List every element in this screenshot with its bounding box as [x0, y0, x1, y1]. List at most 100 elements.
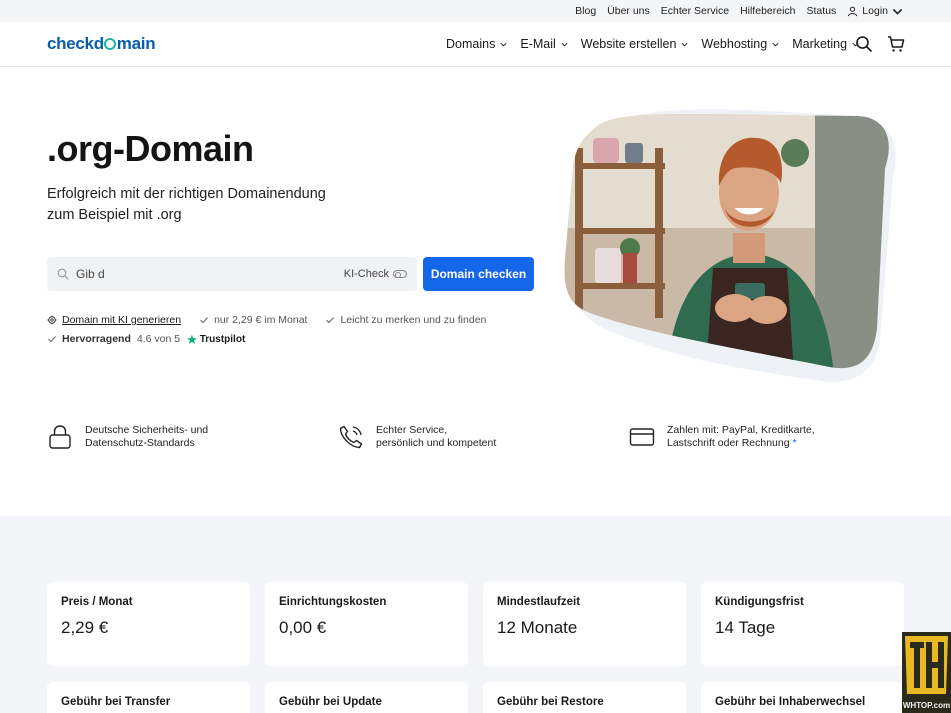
hero-features: Domain mit KI generieren nur 2,29 € im M…: [47, 313, 486, 351]
trust-payment-line2: Lastschrift oder Rechnung: [667, 437, 790, 449]
utility-link-help[interactable]: Hilfebereich: [740, 5, 795, 17]
trustpilot-logo[interactable]: ★ Trustpilot: [186, 333, 245, 346]
features-row-1: Domain mit KI generieren nur 2,29 € im M…: [47, 313, 486, 327]
trust-service-line1: Echter Service,: [376, 424, 448, 436]
card-setup-fee-label: Einrichtungskosten: [279, 596, 387, 608]
check-icon: [200, 317, 208, 324]
trust-payment-line2-wrap: Lastschrift oder Rechnung *: [667, 437, 815, 450]
ki-check-toggle[interactable]: KI-Check: [344, 257, 407, 291]
login-menu[interactable]: Login: [847, 5, 903, 17]
card-transfer-fee-label: Gebühr bei Transfer: [61, 696, 171, 708]
utility-link-blog[interactable]: Blog: [575, 5, 596, 17]
gear-icon: [47, 315, 57, 325]
utility-link-service[interactable]: Echter Service: [661, 5, 729, 17]
chevron-down-icon: [500, 42, 507, 47]
trust-item-payment: Zahlen mit: PayPal, Kreditkarte, Lastsch…: [629, 424, 815, 450]
utility-bar: Blog Über uns Echter Service Hilfebereic…: [0, 0, 951, 22]
card-transfer-fee: Gebühr bei Transfer: [47, 682, 250, 713]
nav-item-label: Website erstellen: [580, 37, 677, 51]
card-restore-fee: Gebühr bei Restore: [483, 682, 686, 713]
login-label: Login: [862, 5, 888, 17]
star-icon: ★: [186, 331, 198, 347]
nav-item-website[interactable]: Website erstellen: [581, 37, 689, 51]
nav-item-label: Domains: [446, 37, 496, 51]
hero-subtitle-line2: zum Beispiel mit .org: [47, 207, 182, 223]
footnote-asterisk[interactable]: *: [793, 437, 797, 449]
hero-subtitle: Erfolgreich mit der richtigen Domainendu…: [47, 184, 367, 226]
nav-item-domains[interactable]: Domains: [446, 37, 507, 51]
logo-text-start: checkd: [47, 34, 104, 53]
check-icon: [48, 336, 56, 343]
nav-item-label: Webhosting: [701, 37, 768, 51]
nav-item-marketing[interactable]: Marketing: [792, 37, 859, 51]
chevron-down-icon: [681, 42, 688, 47]
logo-text-end: main: [116, 34, 156, 53]
rating: Hervorragend: [47, 333, 131, 345]
feature-easy-text: Leicht zu merken und zu finden: [340, 314, 487, 326]
watermark-caption: WHTOP.com: [903, 701, 950, 710]
card-setup-fee-value: 0,00 €: [279, 618, 327, 637]
trustpilot-label: Trustpilot: [199, 333, 246, 345]
card-setup-fee: Einrichtungskosten 0,00 €: [265, 582, 468, 666]
feature-price: nur 2,29 € im Monat: [199, 314, 307, 326]
trust-item-security: Deutsche Sicherheits- und Datenschutz-St…: [47, 424, 208, 450]
feature-easy: Leicht zu merken und zu finden: [325, 314, 486, 326]
chevron-down-icon: [892, 8, 903, 15]
nav-menu: Domains E-Mail Website erstellen Webhost…: [446, 22, 859, 66]
whtop-watermark-logo: WHTOP.com: [902, 632, 951, 713]
cart-icon[interactable]: [887, 35, 905, 53]
utility-link-status[interactable]: Status: [807, 5, 837, 17]
card-min-term: Mindestlaufzeit 12 Monate: [483, 582, 686, 666]
ki-generate-label: Domain mit KI generieren: [62, 314, 182, 326]
trust-item-service: Echter Service, persönlich und kompetent: [338, 424, 496, 450]
utility-links: Blog Über uns Echter Service Hilfebereic…: [575, 0, 903, 22]
page-title: .org-Domain: [47, 128, 254, 169]
hero-subtitle-line1: Erfolgreich mit der richtigen Domainendu…: [47, 186, 326, 202]
card-owner-change-fee-label: Gebühr bei Inhaberwechsel: [715, 696, 866, 708]
search-icon[interactable]: [855, 35, 873, 53]
check-icon: [326, 317, 335, 324]
domain-check-button[interactable]: Domain checken: [423, 257, 534, 291]
nav-item-label: Marketing: [792, 37, 848, 51]
card-update-fee-label: Gebühr bei Update: [279, 696, 382, 708]
user-icon: [848, 6, 858, 16]
chevron-down-icon: [772, 42, 779, 47]
search-icon: [57, 268, 69, 280]
card-price-value: 2,29 €: [61, 618, 109, 637]
card-price: Preis / Monat 2,29 €: [47, 582, 250, 666]
card-notice-period-label: Kündigungsfrist: [715, 596, 804, 608]
domain-search-input[interactable]: [76, 257, 316, 291]
main-nav: checkd main Domains E-Mail Website erstel…: [0, 22, 951, 67]
rating-value: 4.6 von 5: [136, 333, 181, 345]
card-owner-change-fee: Gebühr bei Inhaberwechsel: [701, 682, 904, 713]
card-min-term-label: Mindestlaufzeit: [497, 596, 581, 608]
logo-o-mark: [104, 38, 117, 50]
rating-word: Hervorragend: [62, 333, 131, 345]
toggle-switch-icon: [393, 270, 407, 278]
card-restore-fee-label: Gebühr bei Restore: [497, 696, 604, 708]
nav-item-webhosting[interactable]: Webhosting: [701, 37, 779, 51]
ki-check-label: KI-Check: [343, 268, 389, 280]
utility-link-about[interactable]: Über uns: [607, 5, 650, 17]
nav-item-email[interactable]: E-Mail: [520, 37, 568, 51]
card-notice-period-value: 14 Tage: [715, 618, 776, 637]
feature-price-text: nur 2,29 € im Monat: [214, 314, 308, 326]
ki-generate-link[interactable]: Domain mit KI generieren: [47, 314, 181, 326]
logo[interactable]: checkd main: [47, 34, 156, 54]
phone-icon: [339, 425, 363, 449]
credit-card-icon: [629, 428, 655, 446]
trust-service-line2: persönlich und kompetent: [376, 437, 497, 449]
lock-icon: [49, 425, 71, 449]
domain-search-box: KI-Check: [47, 257, 417, 291]
trust-security-line1: Deutsche Sicherheits- und: [85, 424, 209, 436]
card-notice-period: Kündigungsfrist 14 Tage: [701, 582, 904, 666]
trust-security-line2: Datenschutz-Standards: [85, 437, 195, 449]
chevron-down-icon: [561, 42, 568, 47]
nav-item-label: E-Mail: [520, 37, 556, 51]
card-min-term-value: 12 Monate: [497, 618, 578, 637]
card-update-fee: Gebühr bei Update: [265, 682, 468, 713]
features-row-2: Hervorragend 4.6 von 5 ★ Trustpilot: [47, 332, 486, 346]
trust-payment-line1: Zahlen mit: PayPal, Kreditkarte,: [667, 424, 815, 436]
hero-image: [564, 109, 896, 382]
card-price-label: Preis / Monat: [61, 596, 133, 608]
